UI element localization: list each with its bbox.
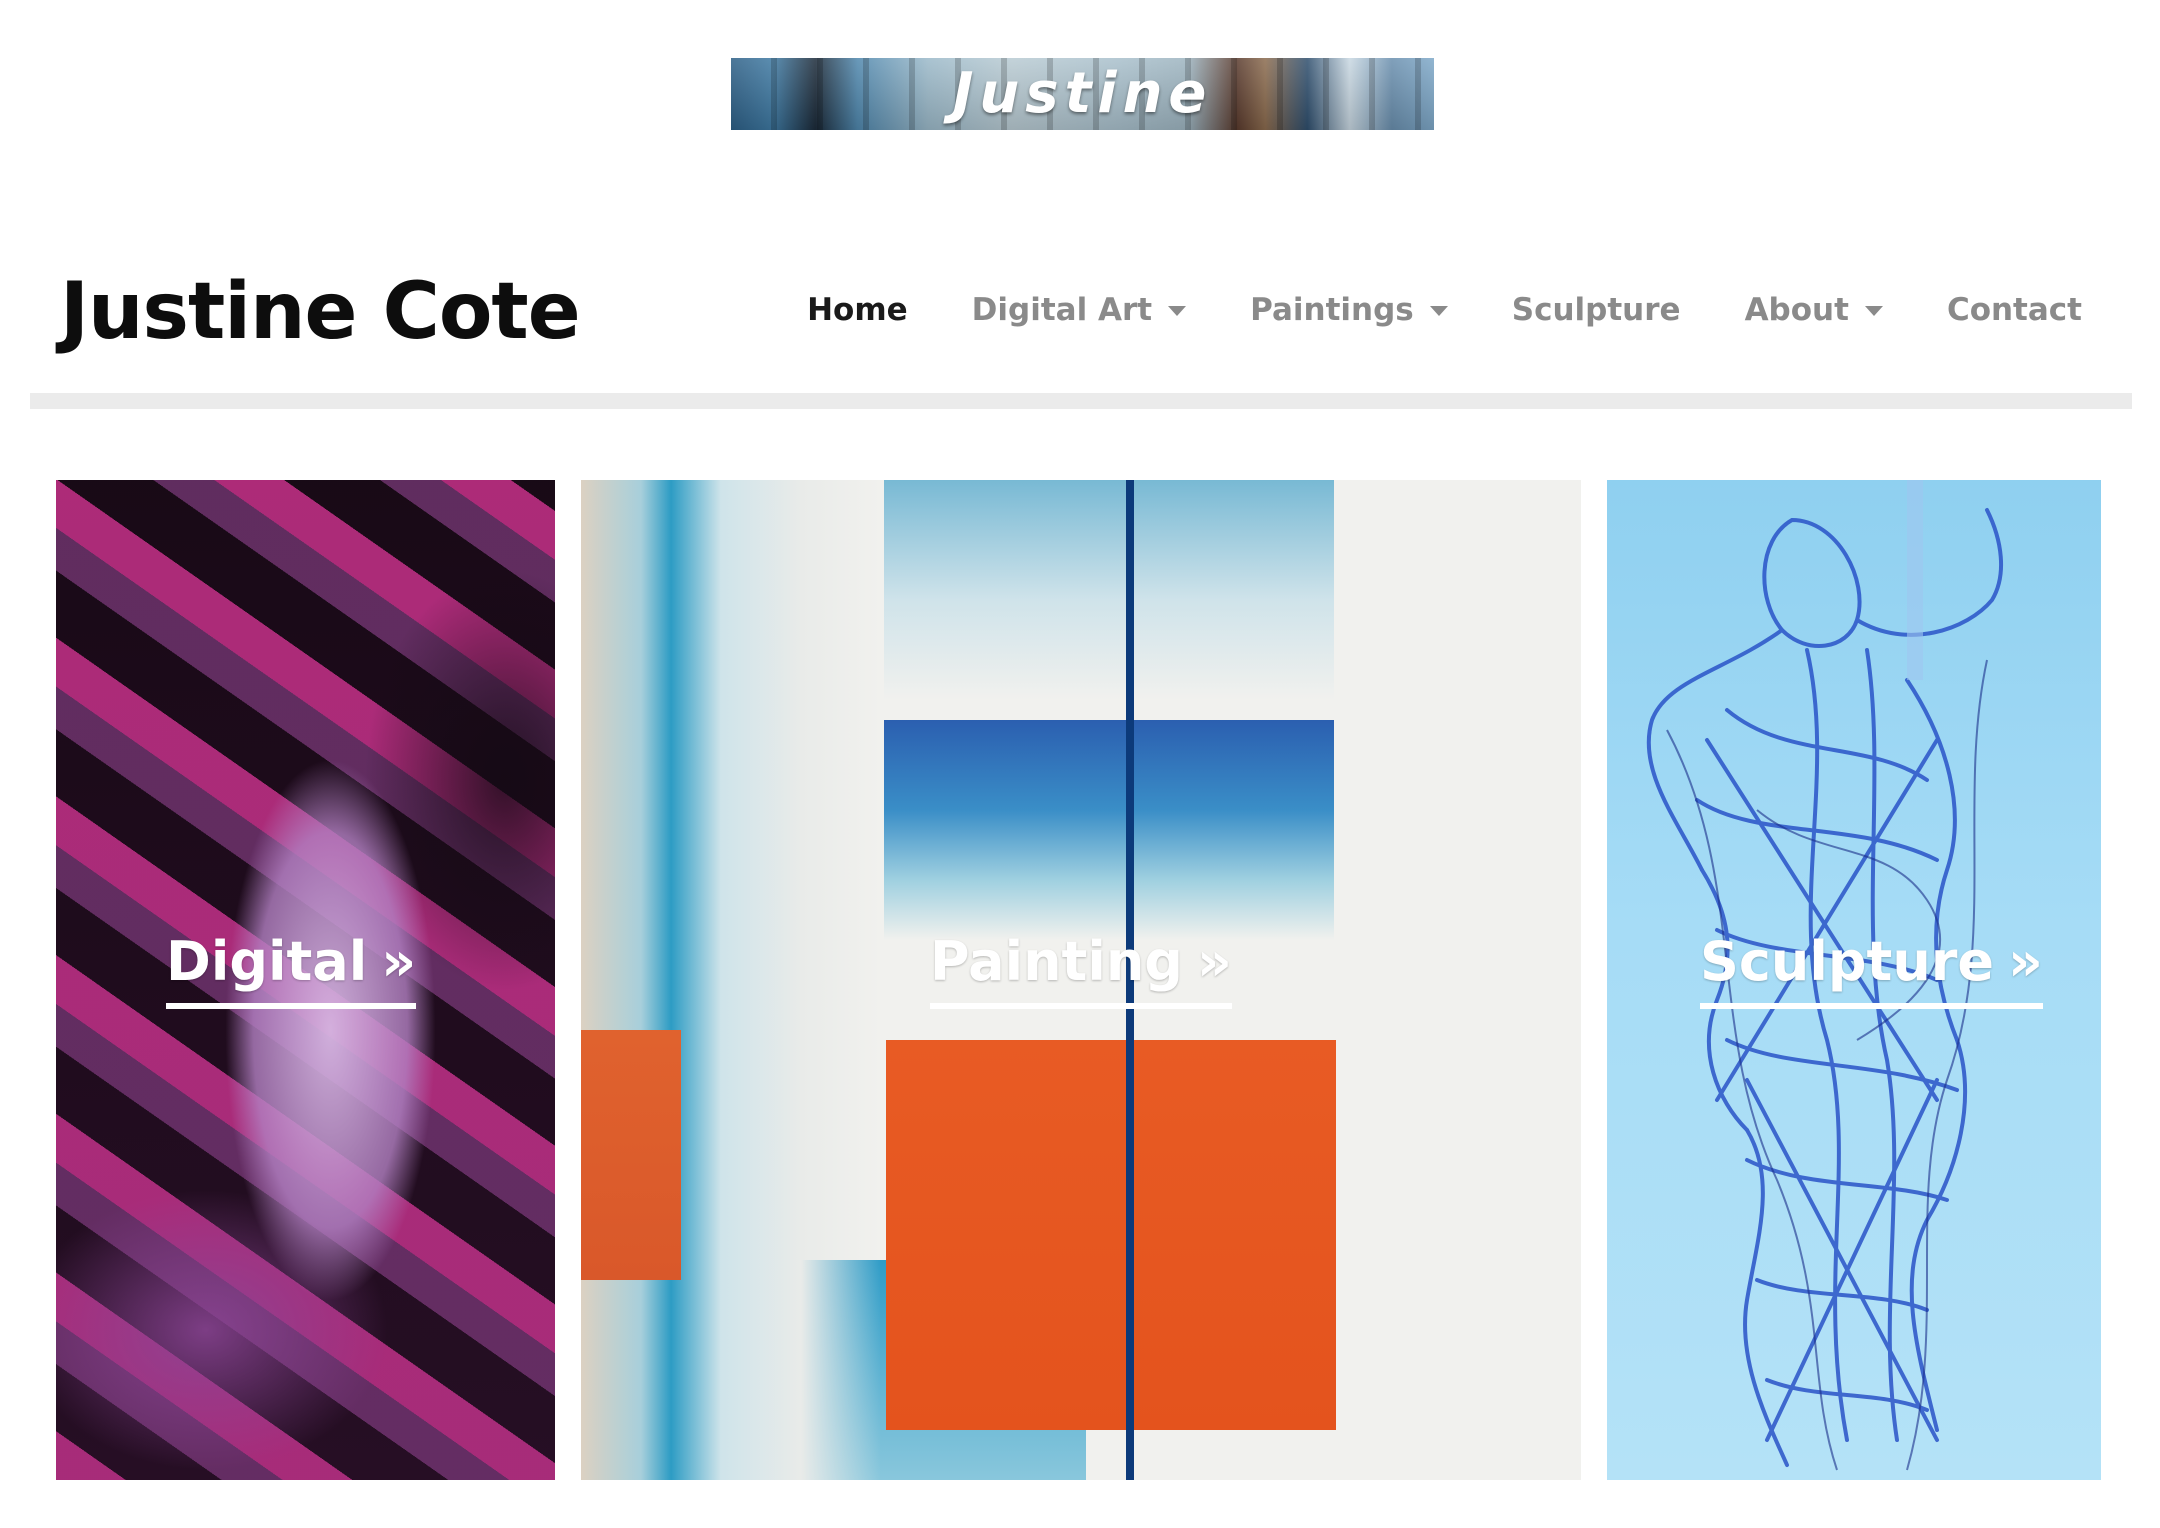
gallery-link-label: Painting <box>930 930 1183 993</box>
caret-down-icon <box>1168 306 1187 316</box>
nav-item-label: Home <box>807 292 908 328</box>
banner-logo[interactable]: Justine <box>731 58 1434 130</box>
gallery-card-sculpture[interactable]: Sculpture » <box>1607 480 2101 1480</box>
nav-item-label: Digital Art <box>971 292 1153 328</box>
caret-down-icon <box>1864 306 1883 316</box>
double-chevron-right-icon: » <box>2008 929 2043 993</box>
gallery-link-digital[interactable]: Digital » <box>166 929 417 1009</box>
header-divider <box>30 393 2132 409</box>
gallery-link-label: Digital <box>166 930 368 993</box>
gallery-link-painting[interactable]: Painting » <box>930 930 1232 1009</box>
gallery-card-digital[interactable]: Digital » <box>56 480 555 1480</box>
main-nav: Home Digital Art Paintings Sculpture Abo… <box>743 285 2082 335</box>
gallery-link-label: Sculpture <box>1700 930 1995 993</box>
caret-down-icon <box>1429 306 1448 316</box>
nav-item-contact[interactable]: Contact <box>1947 292 2082 328</box>
nav-item-home[interactable]: Home <box>807 292 908 328</box>
banner-logo-text: Justine <box>952 61 1213 126</box>
page: Justine Justine Cote Home Digital Art Pa… <box>0 0 2160 1528</box>
nav-item-about[interactable]: About <box>1745 292 1883 328</box>
gallery-card-painting[interactable]: Painting » <box>581 480 1581 1480</box>
nav-item-label: About <box>1744 292 1849 328</box>
nav-item-sculpture[interactable]: Sculpture <box>1512 292 1681 328</box>
site-title[interactable]: Justine Cote <box>60 262 581 362</box>
nav-item-paintings[interactable]: Paintings <box>1250 292 1448 328</box>
nav-item-digital-art[interactable]: Digital Art <box>971 292 1187 328</box>
gallery-link-sculpture[interactable]: Sculpture » <box>1700 930 2043 1009</box>
nav-item-label: Paintings <box>1250 292 1414 328</box>
nav-item-label: Sculpture <box>1511 292 1681 328</box>
double-chevron-right-icon: » <box>381 929 417 993</box>
nav-item-label: Contact <box>1946 292 2082 328</box>
double-chevron-right-icon: » <box>1196 929 1232 993</box>
